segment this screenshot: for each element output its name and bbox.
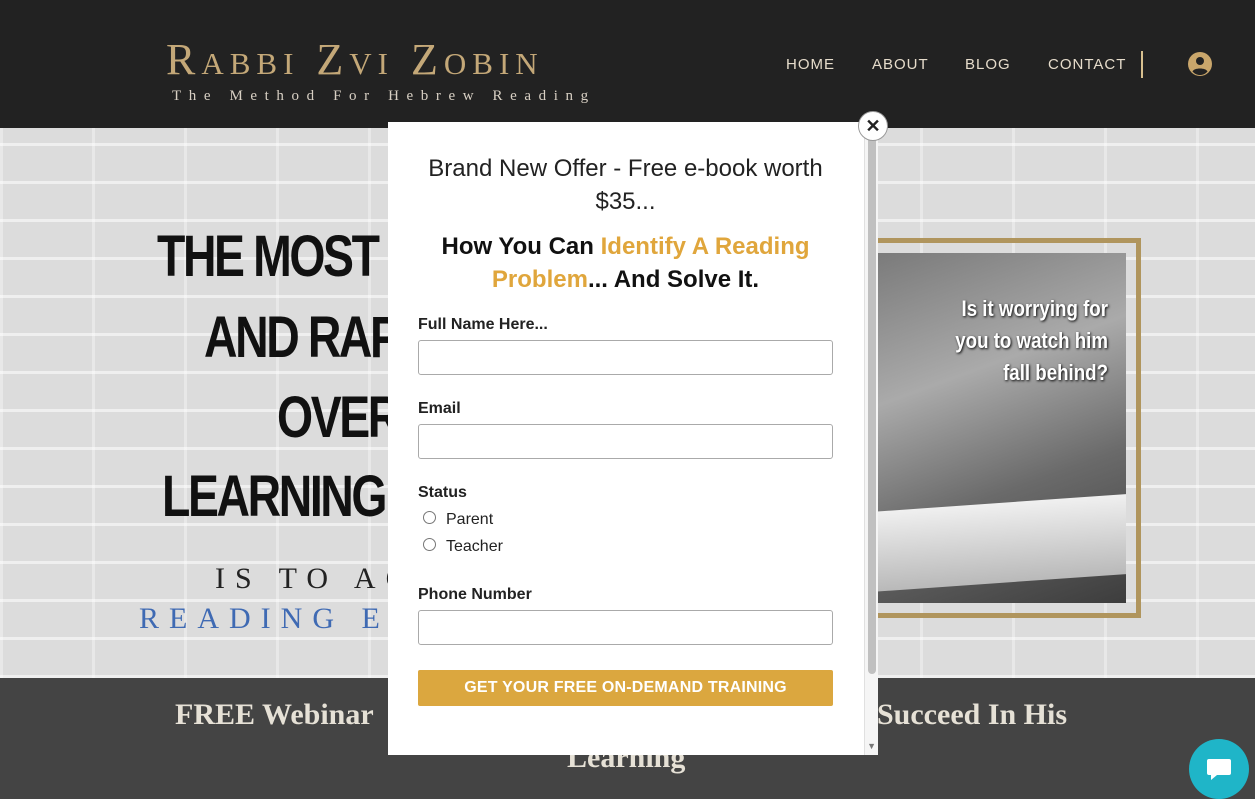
status-option-parent[interactable]: Parent xyxy=(446,511,493,529)
photo-caption: Is it worrying for you to watch him fall… xyxy=(947,293,1108,389)
modal-scrollbar[interactable]: ▼ xyxy=(864,122,878,755)
hero-photo: Is it worrying for you to watch him fall… xyxy=(872,253,1126,603)
site-header: Rabbi Zvi Zobin The Method For Hebrew Re… xyxy=(0,0,1255,128)
hero-subline: IS TO AC xyxy=(215,562,416,595)
hero-headline-line-2: AND RAPI xyxy=(204,305,411,370)
full-name-field[interactable] xyxy=(418,340,833,375)
nav-blog[interactable]: BLOG xyxy=(965,56,1011,73)
modal-headline: How You Can Identify A Reading Problem..… xyxy=(388,230,863,296)
user-circle-icon[interactable] xyxy=(1188,52,1212,76)
phone-label: Phone Number xyxy=(418,586,532,603)
close-icon[interactable]: ✕ xyxy=(858,111,888,141)
status-option-teacher[interactable]: Teacher xyxy=(446,538,503,556)
nav-home[interactable]: HOME xyxy=(786,56,835,73)
logo-subtitle: The Method For Hebrew Reading xyxy=(172,88,596,104)
modal-headline-prefix: How You Can xyxy=(441,233,601,260)
status-radio-parent[interactable] xyxy=(423,511,436,524)
full-name-label: Full Name Here... xyxy=(418,316,548,333)
phone-field[interactable] xyxy=(418,610,833,645)
logo-title[interactable]: Rabbi Zvi Zobin xyxy=(166,32,544,88)
scroll-down-arrow-icon[interactable]: ▼ xyxy=(867,741,876,751)
chat-bubble-icon xyxy=(1207,759,1231,780)
webinar-text-left: FREE Webinar xyxy=(175,698,374,731)
modal-offer: Brand New Offer - Free e-book worth $35.… xyxy=(428,155,823,215)
email-label: Email xyxy=(418,400,461,417)
modal-scroll-thumb[interactable] xyxy=(868,124,876,674)
photo-book xyxy=(872,494,1126,592)
photo-caption-text: Is it worrying for you to watch him fall… xyxy=(955,296,1108,385)
webinar-text-right: Succeed In His xyxy=(877,698,1068,731)
status-radio-teacher[interactable] xyxy=(423,538,436,551)
hero-headline-line-4: LEARNING D xyxy=(162,464,429,529)
status-label: Status xyxy=(418,484,467,501)
modal-offer-text: Brand New Offer - Free e-book worth $35.… xyxy=(388,152,863,218)
email-field[interactable] xyxy=(418,424,833,459)
nav-about[interactable]: ABOUT xyxy=(872,56,929,73)
submit-button[interactable]: GET YOUR FREE ON-DEMAND TRAINING xyxy=(418,670,833,706)
nav-contact[interactable]: CONTACT xyxy=(1048,56,1126,73)
chat-widget-button[interactable] xyxy=(1189,739,1249,799)
modal-headline-suffix: ... And Solve It. xyxy=(587,266,760,293)
hero-subline-highlight: READING EF xyxy=(139,602,417,635)
nav-divider xyxy=(1141,51,1143,78)
